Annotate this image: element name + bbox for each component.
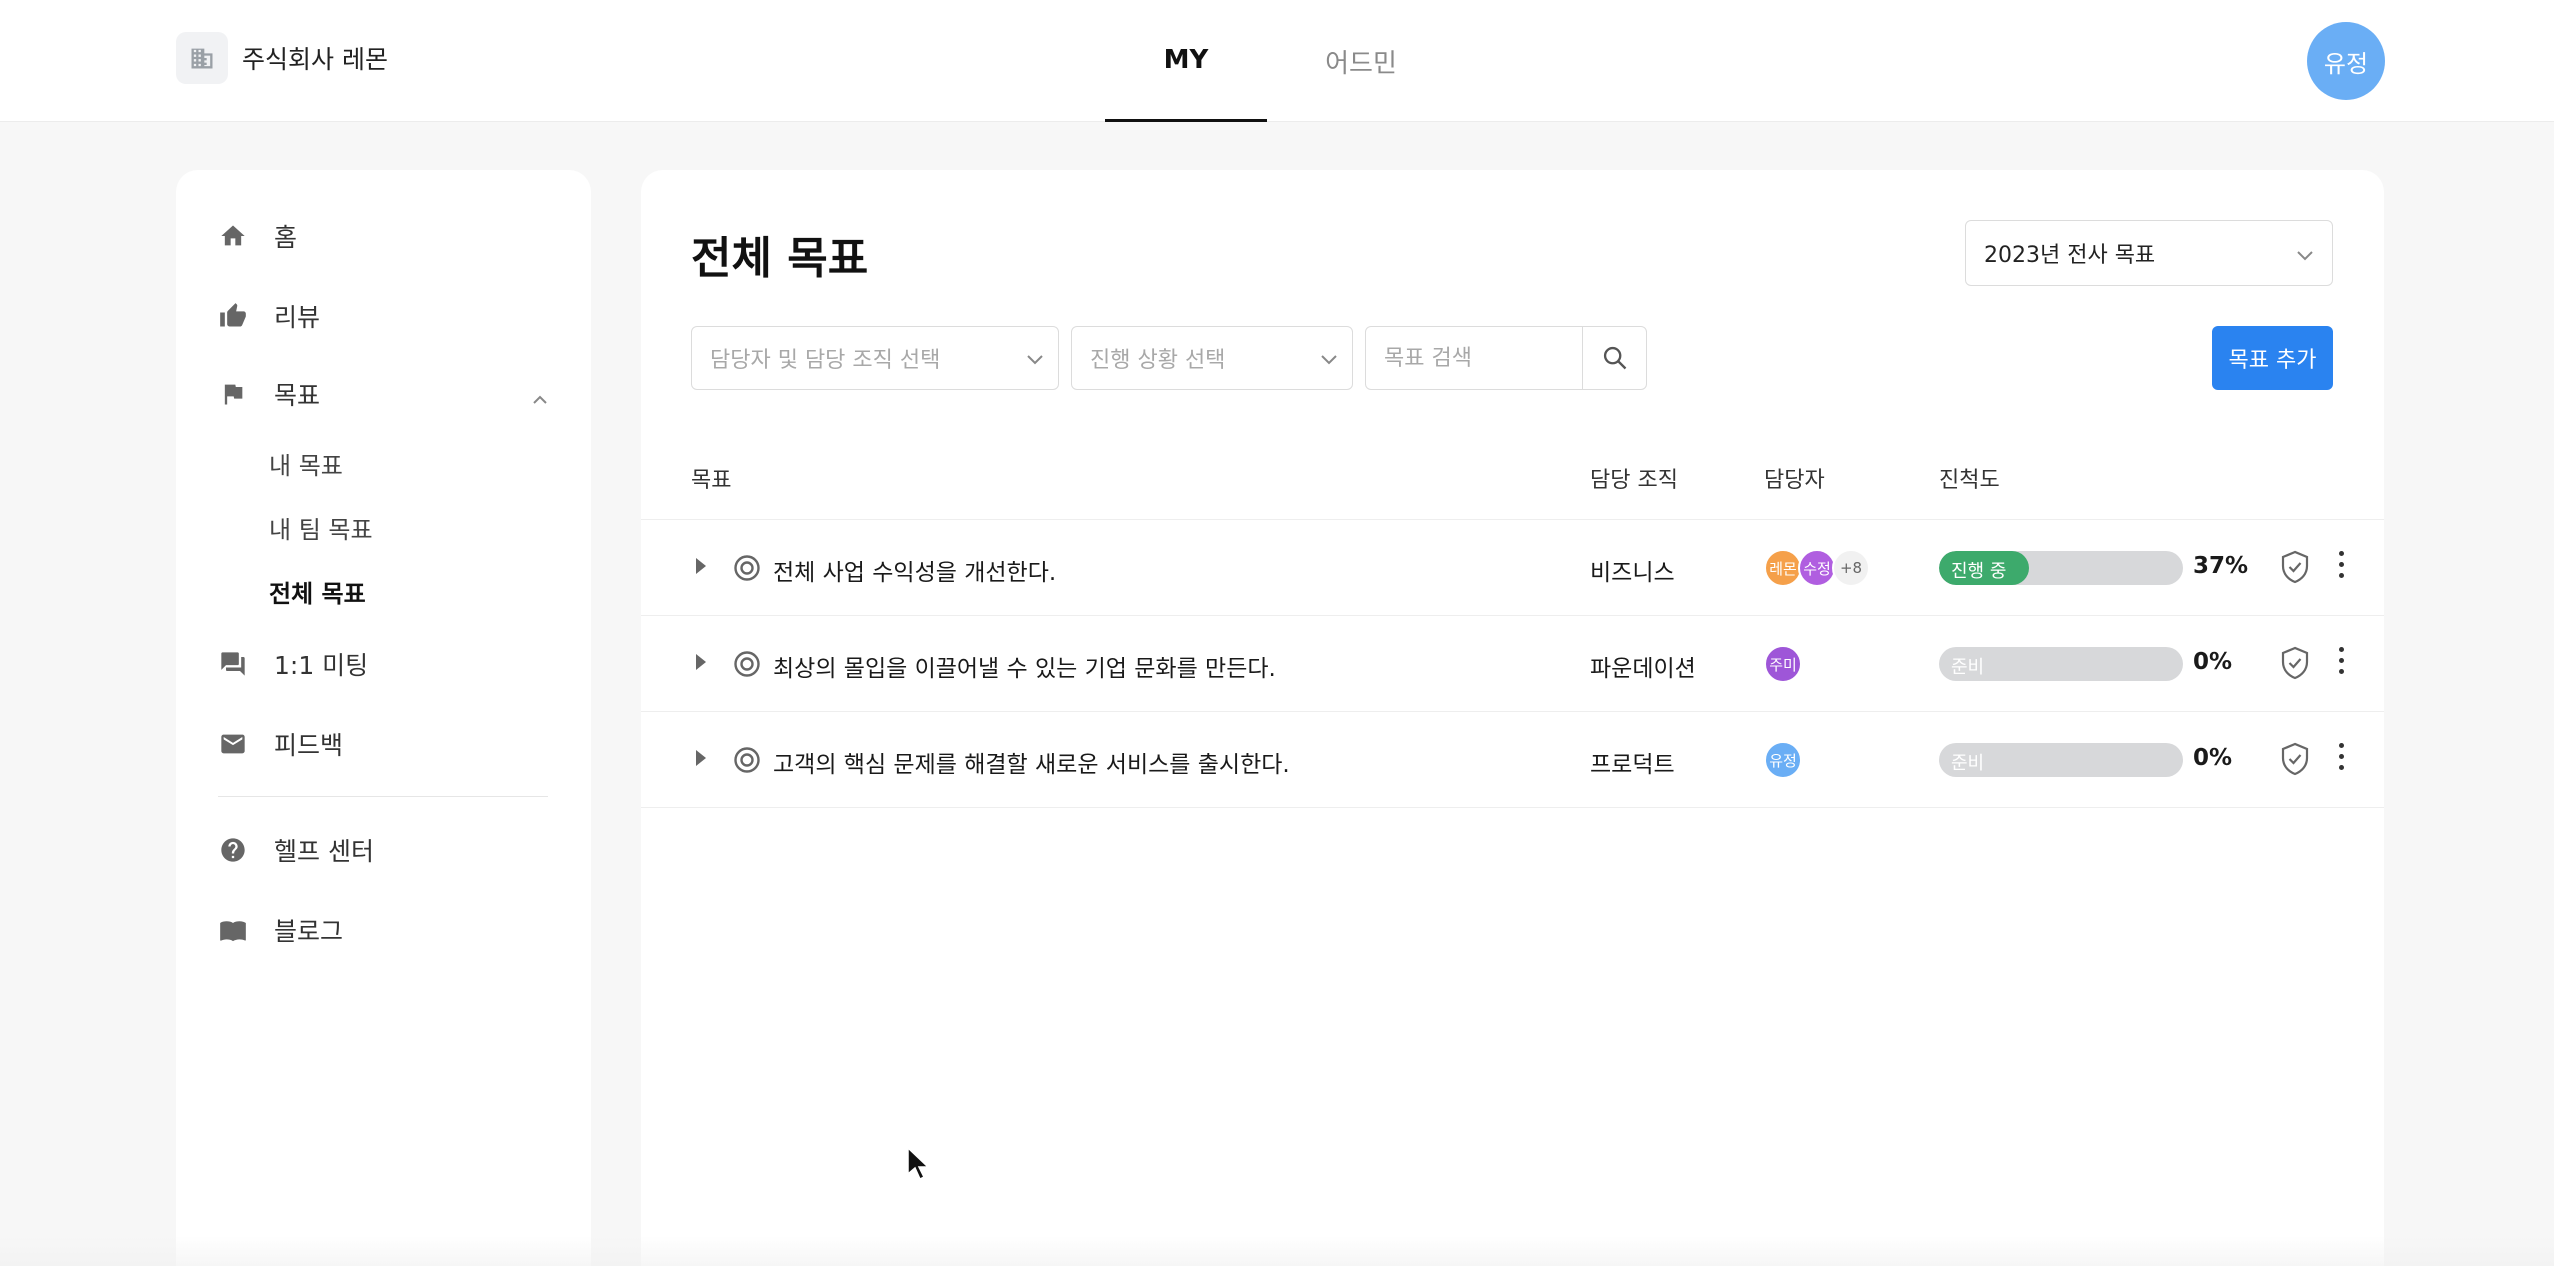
mouse-cursor-icon — [906, 1146, 930, 1186]
progress-percent: 37% — [2193, 553, 2249, 579]
goal-org: 파운데이션 — [1590, 656, 1696, 682]
expand-caret-icon[interactable] — [696, 654, 706, 670]
column-header-owner[interactable]: 담당자 — [1764, 462, 1825, 494]
owner-avatar[interactable]: 주미 — [1764, 645, 1802, 683]
sidebar-item-home[interactable]: 홈 — [218, 218, 297, 254]
thumbs-up-icon — [218, 301, 248, 331]
sidebar-item-help-center[interactable]: 헬프 센터 — [218, 832, 374, 868]
target-icon — [733, 746, 761, 778]
sidebar-item-blog[interactable]: 블로그 — [218, 912, 343, 948]
flag-icon — [218, 379, 248, 409]
status-label: 준비 — [1951, 657, 1985, 678]
chevron-down-icon — [1026, 347, 1044, 372]
sidebar-item-label: 1:1 미팅 — [274, 651, 369, 680]
sidebar: 홈 리뷰 목표 내 목표 내 팀 목표 전체 목표 1:1 미팅 피드백 헬프 … — [176, 170, 591, 1266]
chevron-up-icon[interactable] — [532, 390, 548, 409]
chat-icon — [218, 649, 248, 679]
chevron-down-icon — [1320, 347, 1338, 372]
progress-bar: 진행 중 — [1939, 551, 2183, 585]
progress-bar: 준비 — [1939, 647, 2183, 681]
target-icon — [733, 650, 761, 682]
year-goal-select[interactable]: 2023년 전사 목표 — [1965, 220, 2333, 286]
more-options-icon[interactable] — [2339, 551, 2347, 584]
owner-avatar[interactable]: 레몬 — [1764, 549, 1802, 587]
search-icon — [1603, 346, 1626, 370]
sidebar-subitem-my-goals[interactable]: 내 목표 — [269, 446, 343, 481]
owner-avatar[interactable]: 유정 — [1764, 741, 1802, 779]
more-options-icon[interactable] — [2339, 647, 2347, 680]
owner-org-filter[interactable]: 담당자 및 담당 조직 선택 — [691, 326, 1059, 390]
shield-check-icon[interactable] — [2279, 646, 2311, 684]
status-filter[interactable]: 진행 상황 선택 — [1071, 326, 1353, 390]
chevron-down-icon — [2296, 243, 2314, 268]
main-panel: 전체 목표 2023년 전사 목표 담당자 및 담당 조직 선택 진행 상황 선… — [641, 170, 2384, 1266]
progress-bar: 준비 — [1939, 743, 2183, 777]
sidebar-item-label: 홈 — [274, 223, 298, 252]
sidebar-item-review[interactable]: 리뷰 — [218, 298, 320, 334]
sidebar-subitem-all-goals[interactable]: 전체 목표 — [269, 574, 366, 609]
shield-check-icon[interactable] — [2279, 550, 2311, 588]
table-divider — [641, 807, 2384, 808]
mail-icon — [218, 729, 248, 759]
goal-org: 프로덕트 — [1590, 752, 1675, 778]
building-icon — [176, 32, 228, 84]
year-select-value: 2023년 전사 목표 — [1984, 243, 2156, 268]
progress-percent: 0% — [2193, 745, 2233, 771]
sidebar-item-label: 블로그 — [274, 917, 344, 946]
expand-caret-icon[interactable] — [696, 558, 706, 574]
sidebar-divider — [218, 796, 548, 797]
goal-search — [1365, 326, 1647, 390]
help-icon — [218, 835, 248, 865]
sidebar-subitem-team-goals[interactable]: 내 팀 목표 — [269, 510, 373, 545]
company-brand[interactable]: 주식회사 레몬 — [176, 32, 388, 84]
owner-more-badge[interactable]: +8 — [1832, 549, 1870, 587]
owner-filter-placeholder: 담당자 및 담당 조직 선택 — [710, 348, 941, 373]
goal-title[interactable]: 최상의 몰입을 이끌어낼 수 있는 기업 문화를 만든다. — [773, 649, 1276, 683]
status-label: 준비 — [1951, 753, 1985, 774]
sidebar-item-feedback[interactable]: 피드백 — [218, 726, 343, 762]
tab-my[interactable]: MY — [1105, 0, 1267, 122]
column-header-org[interactable]: 담당 조직 — [1590, 462, 1678, 494]
page-title: 전체 목표 — [691, 233, 869, 284]
more-options-icon[interactable] — [2339, 743, 2347, 776]
column-header-progress[interactable]: 진척도 — [1939, 462, 2000, 494]
expand-caret-icon[interactable] — [696, 750, 706, 766]
table-row[interactable]: 최상의 몰입을 이끌어낼 수 있는 기업 문화를 만든다. 파운데이션 주미 준… — [641, 615, 2384, 711]
column-header-goal[interactable]: 목표 — [691, 462, 731, 494]
goal-search-input[interactable] — [1366, 327, 1582, 389]
progress-percent: 0% — [2193, 649, 2233, 675]
add-goal-button[interactable]: 목표 추가 — [2212, 326, 2333, 390]
status-filter-placeholder: 진행 상황 선택 — [1090, 348, 1226, 373]
goal-title[interactable]: 고객의 핵심 문제를 해결할 새로운 서비스를 출시한다. — [773, 745, 1290, 779]
sidebar-item-goals[interactable]: 목표 — [218, 376, 320, 412]
sidebar-item-label: 헬프 센터 — [274, 837, 374, 866]
search-button[interactable] — [1582, 327, 1646, 389]
table-row[interactable]: 전체 사업 수익성을 개선한다. 비즈니스 레몬 수정 +8 진행 중 37% — [641, 519, 2384, 615]
status-label: 진행 중 — [1951, 561, 2007, 582]
sidebar-item-label: 목표 — [274, 381, 321, 410]
home-icon — [218, 221, 248, 251]
sidebar-item-one-on-one[interactable]: 1:1 미팅 — [218, 646, 368, 682]
target-icon — [733, 554, 761, 586]
shield-check-icon[interactable] — [2279, 742, 2311, 780]
user-avatar[interactable]: 유정 — [2307, 22, 2385, 100]
book-icon — [218, 915, 248, 945]
goal-title[interactable]: 전체 사업 수익성을 개선한다. — [773, 553, 1056, 587]
table-row[interactable]: 고객의 핵심 문제를 해결할 새로운 서비스를 출시한다. 프로덕트 유정 준비… — [641, 711, 2384, 807]
tab-admin[interactable]: 어드민 — [1280, 0, 1442, 122]
owner-avatar[interactable]: 수정 — [1798, 549, 1836, 587]
goal-org: 비즈니스 — [1590, 560, 1675, 586]
sidebar-item-label: 리뷰 — [274, 303, 321, 332]
company-name: 주식회사 레몬 — [242, 45, 388, 74]
sidebar-item-label: 피드백 — [274, 731, 344, 760]
top-header: 주식회사 레몬 MY 어드민 유정 — [0, 0, 2554, 122]
